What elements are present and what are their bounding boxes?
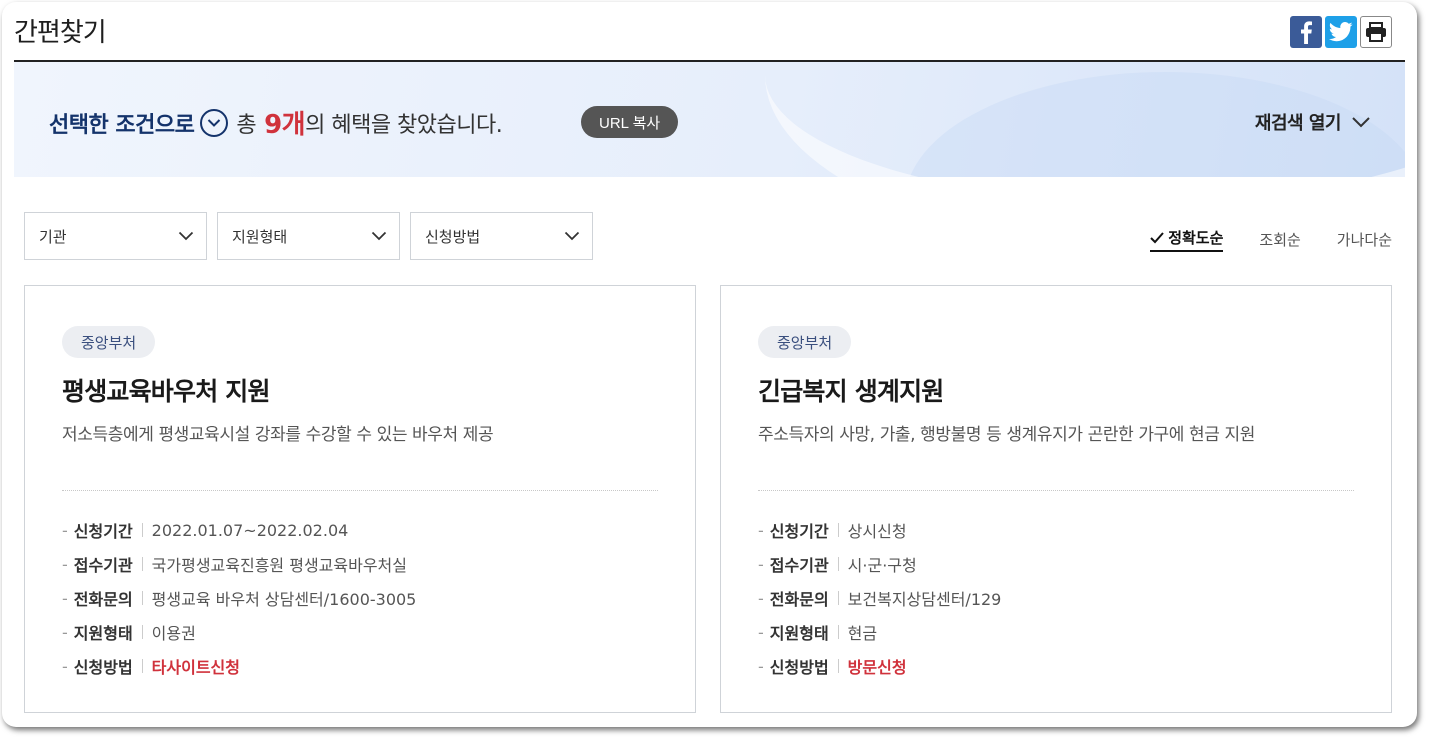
info-value: 시·군·구청 [847, 556, 917, 575]
url-copy-button[interactable]: URL 복사 [581, 106, 679, 138]
filter-support-type-select[interactable]: 지원형태 [217, 212, 400, 260]
chevron-down-icon [1352, 117, 1370, 128]
page-title: 간편찾기 [14, 18, 107, 48]
sort-alphabetical[interactable]: 가나다순 [1337, 227, 1392, 252]
info-key: 지원형태 [769, 624, 829, 643]
filter-bar: 기관 지원형태 신청방법 [24, 212, 593, 260]
card-title[interactable]: 긴급복지 생계지원 [758, 372, 944, 408]
category-tag: 중앙부처 [758, 326, 852, 358]
info-key: 신청기간 [769, 522, 829, 541]
reopen-search-button[interactable]: 재검색 열기 [1255, 109, 1371, 135]
info-row: - 신청방법 방문신청 [758, 649, 1001, 683]
info-row: - 신청기간 상시신청 [758, 513, 1001, 547]
filter-agency-select[interactable]: 기관 [24, 212, 207, 260]
sort-views[interactable]: 조회순 [1259, 227, 1300, 252]
info-row: - 접수기관 시·군·구청 [758, 547, 1001, 581]
main-frame: 간편찾기 선택한 조건으로 총 9개 의 혜택을 찾았습니다. URL 복사 재… [2, 2, 1417, 727]
total-label: 총 [236, 112, 257, 138]
card-title[interactable]: 평생교육바우처 지원 [62, 372, 271, 408]
reopen-search-label: 재검색 열기 [1254, 113, 1342, 134]
info-key: 접수기관 [73, 556, 133, 575]
info-value: 평생교육 바우처 상담센터/1600-3005 [151, 590, 417, 609]
result-summary: 선택한 조건으로 총 9개 의 혜택을 찾았습니다. [49, 104, 503, 141]
category-tag: 중앙부처 [62, 326, 156, 358]
info-value: 이용권 [151, 624, 196, 643]
sort-label: 조회순 [1259, 231, 1301, 249]
info-row: - 접수기관 국가평생교육진흥원 평생교육바우처실 [62, 547, 416, 581]
chevron-down-icon [178, 231, 194, 241]
card-info-list: - 신청기간 상시신청 - 접수기관 시·군·구청 - 전화문의 보건복지상담센터/129 … [758, 513, 1001, 683]
info-key: 전화문의 [73, 590, 133, 609]
filter-label: 신청방법 [425, 227, 481, 246]
apply-method-value: 타사이트신청 [151, 658, 240, 677]
condition-label: 선택한 조건으로 [49, 112, 195, 138]
filter-label: 지원형태 [232, 227, 288, 246]
info-row: - 전화문의 평생교육 바우처 상담센터/1600-3005 [62, 581, 416, 615]
sort-label: 정확도순 [1168, 229, 1224, 247]
chevron-down-icon [564, 231, 580, 241]
benefit-card[interactable]: 중앙부처 평생교육바우처 지원 저소득층에게 평생교육시설 강좌를 수강할 수 … [24, 285, 696, 713]
card-description: 저소득층에게 평생교육시설 강좌를 수강할 수 있는 바우처 제공 [62, 425, 494, 445]
info-value: 상시신청 [847, 522, 907, 541]
info-value: 2022.01.07~2022.02.04 [151, 520, 349, 540]
benefit-card[interactable]: 중앙부처 긴급복지 생계지원 주소득자의 사망, 가출, 행방불명 등 생계유지… [720, 285, 1392, 713]
facebook-icon[interactable] [1290, 16, 1322, 48]
card-divider [758, 490, 1354, 491]
result-suffix: 의 혜택을 찾았습니다. [305, 112, 503, 138]
apply-method-value: 방문신청 [847, 658, 907, 677]
check-icon [1150, 231, 1164, 243]
chevron-down-icon [371, 231, 387, 241]
print-icon[interactable] [1360, 16, 1392, 48]
info-key: 전화문의 [769, 590, 829, 609]
card-description: 주소득자의 사망, 가출, 행방불명 등 생계유지가 곤란한 가구에 현금 지원 [758, 425, 1256, 445]
info-value: 현금 [847, 624, 878, 643]
info-row: - 신청방법 타사이트신청 [62, 649, 416, 683]
info-key: 접수기관 [769, 556, 829, 575]
info-row: - 지원형태 이용권 [62, 615, 416, 649]
sort-label: 가나다순 [1336, 231, 1392, 249]
result-count: 9개 [264, 110, 306, 140]
info-key: 신청기간 [73, 522, 133, 541]
info-row: - 신청기간 2022.01.07~2022.02.04 [62, 513, 416, 547]
chevron-down-circle-icon[interactable] [200, 108, 229, 137]
info-row: - 전화문의 보건복지상담센터/129 [758, 581, 1001, 615]
info-key: 신청방법 [73, 658, 133, 677]
info-row: - 지원형태 현금 [758, 615, 1001, 649]
info-key: 신청방법 [769, 658, 829, 677]
sort-accuracy[interactable]: 정확도순 [1150, 227, 1224, 252]
filter-apply-method-select[interactable]: 신청방법 [410, 212, 593, 260]
result-banner: 선택한 조건으로 총 9개 의 혜택을 찾았습니다. URL 복사 재검색 열기 [14, 62, 1405, 177]
info-value: 보건복지상담센터/129 [847, 590, 1002, 609]
share-buttons [1290, 16, 1392, 48]
filter-label: 기관 [39, 227, 67, 246]
card-info-list: - 신청기간 2022.01.07~2022.02.04 - 접수기관 국가평생교육진흥… [62, 513, 416, 683]
info-value: 국가평생교육진흥원 평생교육바우처실 [151, 556, 407, 575]
sort-options: 정확도순 조회순 가나다순 [1150, 227, 1392, 252]
info-key: 지원형태 [73, 624, 133, 643]
twitter-icon[interactable] [1325, 16, 1357, 48]
card-divider [62, 490, 658, 491]
